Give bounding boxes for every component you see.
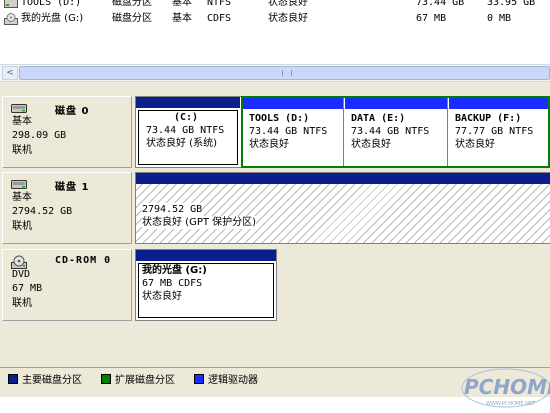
- volume-free: 0 MB: [487, 13, 512, 24]
- scroll-left-button[interactable]: <: [2, 66, 18, 80]
- cdrom-icon: [11, 255, 27, 269]
- hard-disk-icon: [11, 178, 27, 190]
- volume-type: 基本: [172, 13, 192, 24]
- watermark-brand: PCHOME: [464, 375, 550, 399]
- partition-size: 2794.52 GB: [142, 203, 203, 216]
- volume-name: 我的光盘 (G:): [21, 13, 84, 24]
- legend-item-logical: 逻辑驱动器: [194, 374, 258, 387]
- primary-partition-bar: [136, 250, 276, 261]
- partition-name: (C:): [174, 112, 199, 123]
- partition-c[interactable]: (C:) 73.44 GB NTFS 状态良好 (系统): [136, 97, 240, 167]
- legend-swatch: [101, 374, 111, 384]
- disk-state: 联机: [12, 145, 32, 156]
- volume-name: TOOLS (D:): [21, 0, 82, 8]
- volume-row-cd[interactable]: 我的光盘 (G:) 磁盘分区 基本 CDFS 状态良好 67 MB 0 MB: [0, 12, 550, 26]
- volume-capacity: 73.44 GB: [416, 0, 465, 8]
- disk-name: 磁盘 1: [55, 182, 90, 193]
- disk-size: 2794.52 GB: [12, 206, 73, 217]
- disk-size: 67 MB: [12, 283, 43, 294]
- partition-status: 状态良好 (GPT 保护分区): [142, 216, 257, 229]
- legend-label: 主要磁盘分区: [22, 375, 82, 386]
- hard-disk-icon: [11, 102, 27, 114]
- partition-status: 状态良好: [142, 291, 182, 302]
- disk-1-label[interactable]: 磁盘 1 基本 2794.52 GB 联机: [2, 172, 132, 244]
- partition-status: 状态良好: [455, 139, 495, 150]
- disk-state: 联机: [12, 298, 32, 309]
- partition-size: 67 MB CDFS: [142, 278, 203, 289]
- legend-label: 扩展磁盘分区: [115, 375, 175, 386]
- partition-size: 73.44 GB NTFS: [146, 125, 225, 136]
- disk-name: CD-ROM 0: [55, 255, 112, 266]
- volume-type: 基本: [172, 0, 192, 8]
- disk-name: 磁盘 0: [55, 106, 90, 117]
- partition-name: 我的光盘 (G:): [142, 265, 207, 276]
- horizontal-scrollbar[interactable]: <: [0, 64, 550, 82]
- cd-drive-icon: [4, 13, 18, 30]
- partition-gpt-protective[interactable]: 2794.52 GB 状态良好 (GPT 保护分区): [136, 173, 550, 243]
- partition-size: 77.77 GB NTFS: [455, 126, 534, 137]
- volume-free: 33.95 GB: [487, 0, 536, 8]
- partition-e[interactable]: DATA (E:) 73.44 GB NTFS 状态良好: [345, 98, 448, 166]
- extended-partition[interactable]: TOOLS (D:) 73.44 GB NTFS 状态良好 DATA (E:) …: [241, 96, 550, 168]
- legend-swatch: [194, 374, 204, 384]
- partition-d[interactable]: TOOLS (D:) 73.44 GB NTFS 状态良好: [243, 98, 344, 166]
- cdrom-0-partitions: 我的光盘 (G:) 67 MB CDFS 状态良好: [135, 249, 277, 321]
- watermark-url: WWW.PCHOME.NET: [486, 401, 536, 407]
- grip-icon: [282, 70, 292, 76]
- volume-layout: 磁盘分区: [112, 13, 152, 24]
- logical-drive-bar: [449, 98, 548, 109]
- partition-status: 状态良好 (系统): [146, 138, 217, 149]
- cdrom-0-label[interactable]: CD-ROM 0 DVD 67 MB 联机: [2, 249, 132, 321]
- volume-list: TOOLS (D:) 磁盘分区 基本 NTFS 状态良好 73.44 GB 33…: [0, 0, 550, 64]
- scroll-thumb[interactable]: [19, 66, 550, 80]
- partition-name: TOOLS (D:): [249, 113, 310, 124]
- disk-map: 磁盘 0 基本 298.09 GB 联机 (C:) 73.44 GB NTFS …: [0, 82, 550, 367]
- disk-0-partitions: (C:) 73.44 GB NTFS 状态良好 (系统) TOOLS (D:) …: [135, 96, 550, 168]
- partition-f[interactable]: BACKUP (F:) 77.77 GB NTFS 状态良好: [449, 98, 548, 166]
- volume-capacity: 67 MB: [416, 13, 447, 24]
- legend-swatch: [8, 374, 18, 384]
- volume-row-tools[interactable]: TOOLS (D:) 磁盘分区 基本 NTFS 状态良好 73.44 GB 33…: [0, 0, 550, 10]
- volume-status: 状态良好: [268, 13, 308, 24]
- partition-name: BACKUP (F:): [455, 113, 522, 124]
- volume-layout: 磁盘分区: [112, 0, 152, 8]
- legend-item-primary: 主要磁盘分区: [8, 374, 82, 387]
- logical-drive-bar: [243, 98, 343, 109]
- partition-name: DATA (E:): [351, 113, 406, 124]
- partition-status: 状态良好: [249, 139, 289, 150]
- disk-1-partitions: 2794.52 GB 状态良好 (GPT 保护分区): [135, 172, 550, 244]
- disk-kind: 基本: [12, 116, 32, 127]
- pchome-watermark: PCHOME WWW.PCHOME.NET: [456, 366, 550, 410]
- partition-g[interactable]: 我的光盘 (G:) 67 MB CDFS 状态良好: [136, 250, 276, 320]
- disk-size: 298.09 GB: [12, 130, 67, 141]
- disk-0-label[interactable]: 磁盘 0 基本 298.09 GB 联机: [2, 96, 132, 168]
- partition-size: 73.44 GB NTFS: [249, 126, 328, 137]
- volume-fs: NTFS: [207, 0, 232, 8]
- volume-fs: CDFS: [207, 13, 232, 24]
- partition-status: 状态良好: [351, 139, 391, 150]
- disk-state: 联机: [12, 221, 32, 232]
- legend-item-extended: 扩展磁盘分区: [101, 374, 175, 387]
- primary-partition-bar: [136, 173, 550, 184]
- legend-label: 逻辑驱动器: [208, 375, 258, 386]
- logical-drive-bar: [345, 98, 447, 109]
- disk-kind: DVD: [12, 269, 31, 280]
- disk-kind: 基本: [12, 192, 32, 203]
- volume-status: 状态良好: [268, 0, 308, 8]
- primary-partition-bar: [136, 97, 240, 108]
- partition-size: 73.44 GB NTFS: [351, 126, 430, 137]
